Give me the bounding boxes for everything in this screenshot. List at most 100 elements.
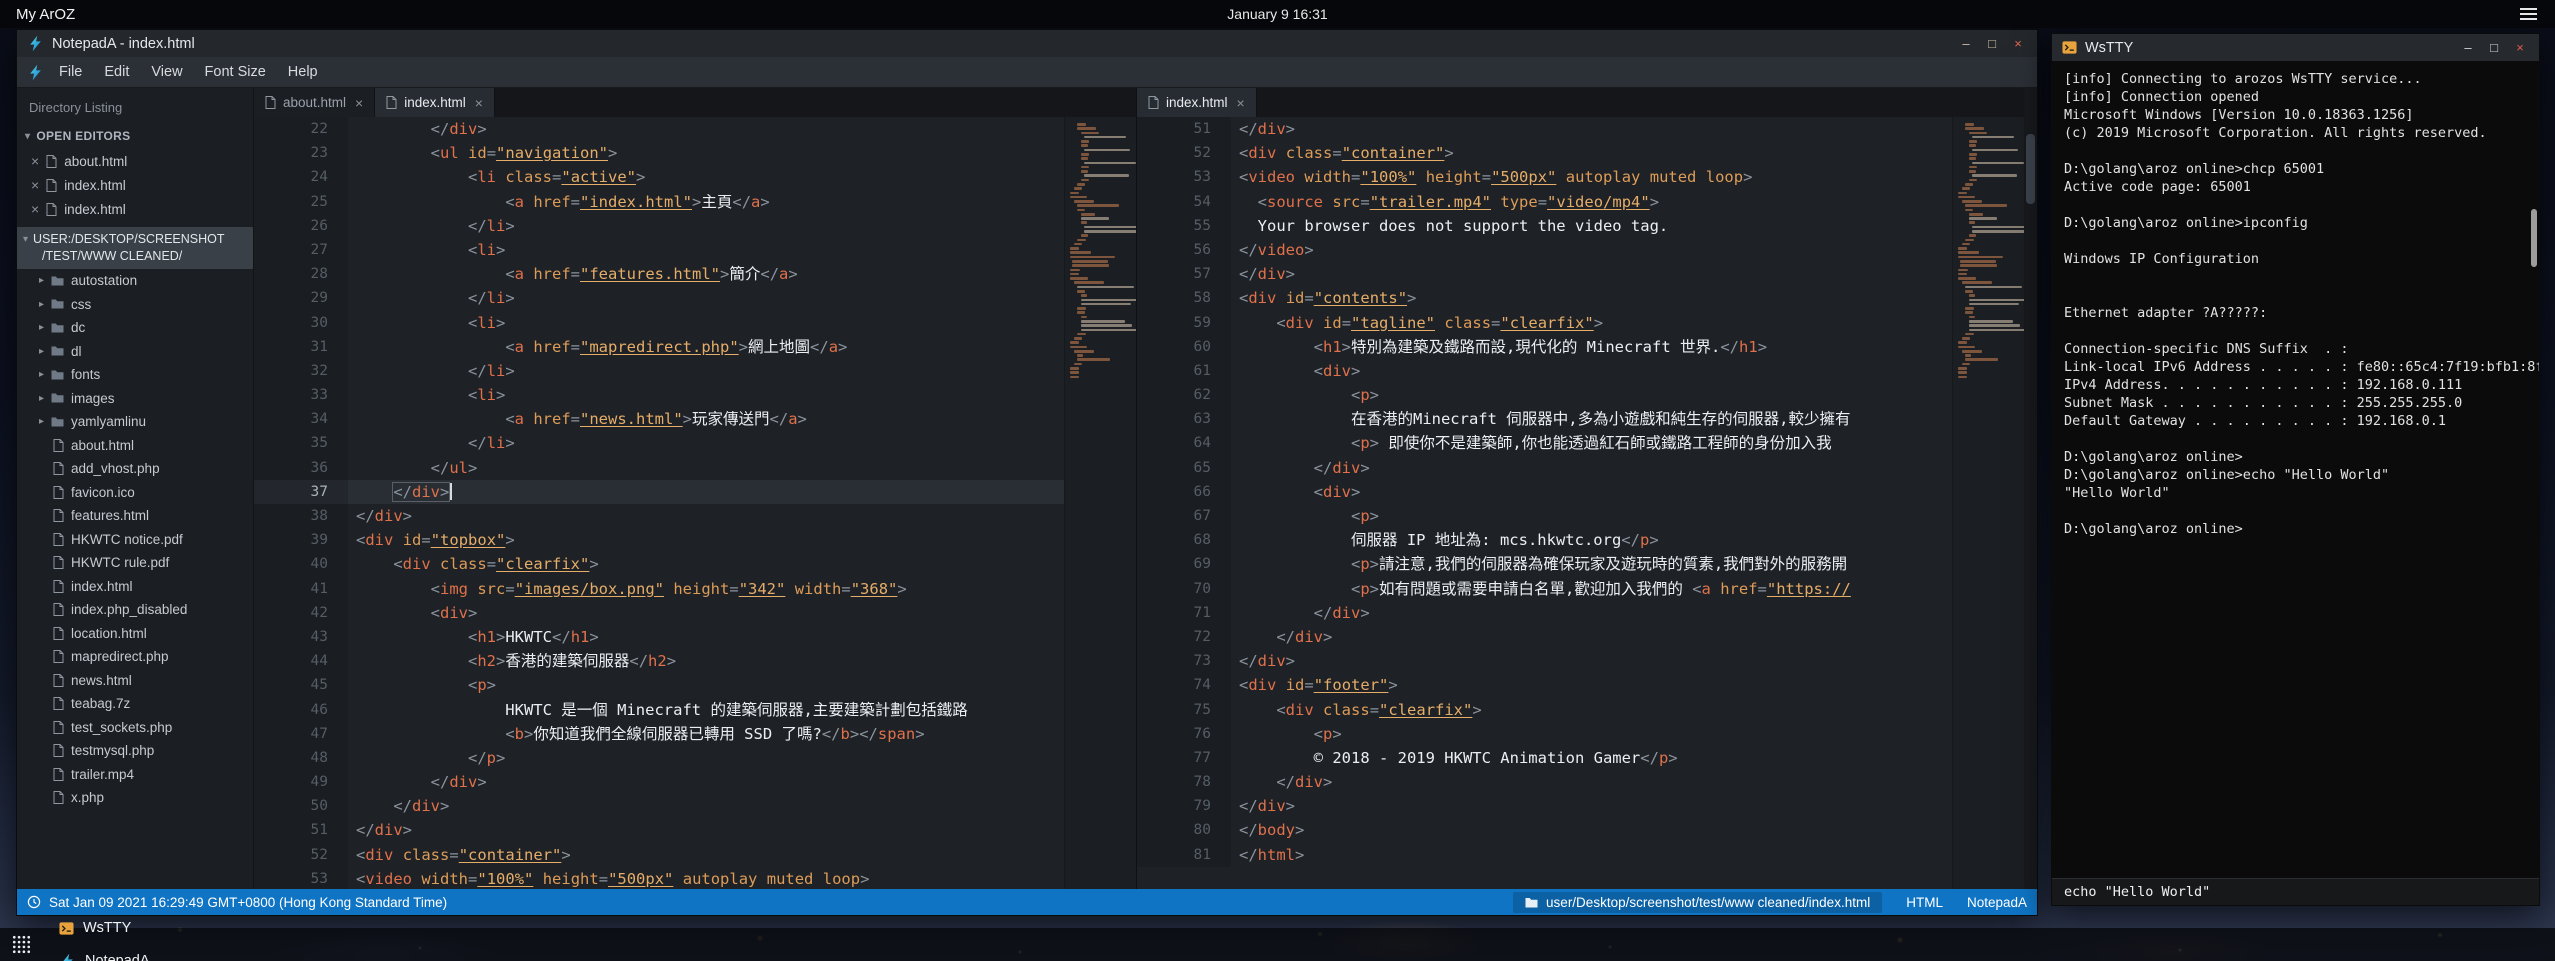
menu-edit[interactable]: Edit xyxy=(93,59,140,85)
code-line[interactable]: 37 </div> xyxy=(254,480,1064,504)
tree-folder[interactable]: ▸css xyxy=(17,293,253,317)
editor-tab-about-html[interactable]: about.html× xyxy=(254,88,375,117)
editor-tab-index-html[interactable]: index.html× xyxy=(375,88,495,117)
open-editor-item[interactable]: ×index.html xyxy=(17,197,253,221)
tree-file[interactable]: favicon.ico xyxy=(17,481,253,505)
wstty-titlebar[interactable]: WsTTY – □ × xyxy=(2052,34,2539,61)
open-editor-item[interactable]: ×about.html xyxy=(17,149,253,173)
tree-folder[interactable]: ▸dc xyxy=(17,316,253,340)
code-line[interactable]: 22 </div> xyxy=(254,117,1064,141)
status-language[interactable]: HTML xyxy=(1906,895,1943,910)
code-line[interactable]: 47 <b>你知道我們全線伺服器已轉用 SSD 了嗎?</b></span> xyxy=(254,722,1064,746)
code-line[interactable]: 46 HKWTC 是一個 Minecraft 的建築伺服器,主要建築計劃包括鐵路 xyxy=(254,698,1064,722)
code-line[interactable]: 71 </div> xyxy=(1137,601,1952,625)
code-line[interactable]: 29 </li> xyxy=(254,286,1064,310)
code-line[interactable]: 32 </li> xyxy=(254,359,1064,383)
code-line[interactable]: 81</html> xyxy=(1137,843,1952,867)
code-line[interactable]: 65 </div> xyxy=(1137,456,1952,480)
code-line[interactable]: 58<div id="contents"> xyxy=(1137,286,1952,310)
code-line[interactable]: 59 <div id="tagline" class="clearfix"> xyxy=(1137,311,1952,335)
code-line[interactable]: 28 <a href="features.html">簡介</a> xyxy=(254,262,1064,286)
tree-file[interactable]: news.html xyxy=(17,669,253,693)
code-line[interactable]: 55 Your browser does not support the vid… xyxy=(1137,214,1952,238)
menu-view[interactable]: View xyxy=(140,59,193,85)
code-line[interactable]: 43 <h1>HKWTC</h1> xyxy=(254,625,1064,649)
code-line[interactable]: 35 </li> xyxy=(254,431,1064,455)
code-line[interactable]: 27 <li> xyxy=(254,238,1064,262)
code-line[interactable]: 30 <li> xyxy=(254,311,1064,335)
tree-file[interactable]: mapredirect.php xyxy=(17,645,253,669)
code-line[interactable]: 68 伺服器 IP 地址為: mcs.hkwtc.org</p> xyxy=(1137,528,1952,552)
code-line[interactable]: 31 <a href="mapredirect.php">網上地圖</a> xyxy=(254,335,1064,359)
editor-tab-index-html[interactable]: index.html× xyxy=(1137,88,1257,117)
code-line[interactable]: 45 <p> xyxy=(254,673,1064,697)
code-line[interactable]: 50 </div> xyxy=(254,794,1064,818)
code-area[interactable]: 51</div>52<div class="container">53<vide… xyxy=(1137,117,1952,889)
code-line[interactable]: 52<div class="container"> xyxy=(254,843,1064,867)
tree-file[interactable]: x.php xyxy=(17,786,253,810)
minimize-button[interactable]: – xyxy=(2455,38,2481,58)
code-line[interactable]: 42 <div> xyxy=(254,601,1064,625)
code-line[interactable]: 41 <img src="images/box.png" height="342… xyxy=(254,577,1064,601)
tree-file[interactable]: index.php_disabled xyxy=(17,598,253,622)
code-line[interactable]: 60 <h1>特別為建築及鐵路而設,現代化的 Minecraft 世界.</h1… xyxy=(1137,335,1952,359)
close-tab-icon[interactable]: × xyxy=(1237,95,1245,111)
code-line[interactable]: 56</video> xyxy=(1137,238,1952,262)
tree-folder[interactable]: ▸yamlyamlinu xyxy=(17,410,253,434)
tree-file[interactable]: teabag.7z xyxy=(17,692,253,716)
code-line[interactable]: 44 <h2>香港的建築伺服器</h2> xyxy=(254,649,1064,673)
menu-font-size[interactable]: Font Size xyxy=(194,59,277,85)
maximize-button[interactable]: □ xyxy=(2481,38,2507,58)
code-line[interactable]: 78 </div> xyxy=(1137,770,1952,794)
tree-file[interactable]: HKWTC notice.pdf xyxy=(17,528,253,552)
hamburger-menu-icon[interactable] xyxy=(2518,4,2539,24)
taskbar-item-wstty[interactable]: WsTTY xyxy=(45,912,164,945)
tree-folder[interactable]: ▸fonts xyxy=(17,363,253,387)
scrollbar-thumb[interactable] xyxy=(2531,209,2537,267)
code-line[interactable]: 24 <li class="active"> xyxy=(254,165,1064,189)
tree-file[interactable]: features.html xyxy=(17,504,253,528)
code-line[interactable]: 69 <p>請注意,我們的伺服器為確保玩家及遊玩時的質素,我們對外的服務開 xyxy=(1137,552,1952,576)
terminal-scrollbar[interactable] xyxy=(2530,61,2538,878)
code-area[interactable]: 22 </div>23 <ul id="navigation">24 <li c… xyxy=(254,117,1064,889)
close-file-icon[interactable]: × xyxy=(31,178,39,192)
code-line[interactable]: 74<div id="footer"> xyxy=(1137,673,1952,697)
maximize-button[interactable]: □ xyxy=(1979,34,2005,54)
code-line[interactable]: 72 </div> xyxy=(1137,625,1952,649)
code-line[interactable]: 77 © 2018 - 2019 HKWTC Animation Gamer</… xyxy=(1137,746,1952,770)
terminal-output[interactable]: [info] Connecting to arozos WsTTY servic… xyxy=(2052,61,2539,878)
tree-folder[interactable]: ▸autostation xyxy=(17,269,253,293)
open-editors-header[interactable]: ▾ OPEN EDITORS xyxy=(17,123,253,149)
tree-folder[interactable]: ▸dl xyxy=(17,340,253,364)
code-line[interactable]: 73</div> xyxy=(1137,649,1952,673)
taskbar-item-notepada[interactable]: NotepadA xyxy=(45,945,164,961)
code-line[interactable]: 66 <div> xyxy=(1137,480,1952,504)
code-line[interactable]: 39<div id="topbox"> xyxy=(254,528,1064,552)
code-line[interactable]: 67 <p> xyxy=(1137,504,1952,528)
menu-file[interactable]: File xyxy=(48,59,93,85)
code-line[interactable]: 49 </div> xyxy=(254,770,1064,794)
code-line[interactable]: 51</div> xyxy=(254,818,1064,842)
code-line[interactable]: 54 <source src="trailer.mp4" type="video… xyxy=(1137,190,1952,214)
tree-file[interactable]: testmysql.php xyxy=(17,739,253,763)
code-line[interactable]: 52<div class="container"> xyxy=(1137,141,1952,165)
code-line[interactable]: 61 <div> xyxy=(1137,359,1952,383)
notepada-titlebar[interactable]: NotepadA - index.html – □ × xyxy=(17,30,2037,57)
code-line[interactable]: 25 <a href="index.html">主頁</a> xyxy=(254,190,1064,214)
tree-file[interactable]: trailer.mp4 xyxy=(17,763,253,787)
code-line[interactable]: 34 <a href="news.html">玩家傳送門</a> xyxy=(254,407,1064,431)
minimap[interactable] xyxy=(1952,117,2024,889)
code-line[interactable]: 79</div> xyxy=(1137,794,1952,818)
code-line[interactable]: 33 <li> xyxy=(254,383,1064,407)
code-line[interactable]: 75 <div class="clearfix"> xyxy=(1137,698,1952,722)
code-line[interactable]: 62 <p> xyxy=(1137,383,1952,407)
code-line[interactable]: 63 在香港的Minecraft 伺服器中,多為小遊戲和純生存的伺服器,較少擁有 xyxy=(1137,407,1952,431)
tree-folder[interactable]: ▸images xyxy=(17,387,253,411)
tree-file[interactable]: location.html xyxy=(17,622,253,646)
code-line[interactable]: 64 <p> 即使你不是建築師,你也能透過紅石師或鐵路工程師的身份加入我 xyxy=(1137,431,1952,455)
code-line[interactable]: 53<video width="100%" height="500px" aut… xyxy=(254,867,1064,889)
code-line[interactable]: 38</div> xyxy=(254,504,1064,528)
tree-root[interactable]: ▾ USER:/DESKTOP/SCREENSHOT /TEST/WWW CLE… xyxy=(17,227,253,269)
code-line[interactable]: 36 </ul> xyxy=(254,456,1064,480)
close-file-icon[interactable]: × xyxy=(31,202,39,216)
